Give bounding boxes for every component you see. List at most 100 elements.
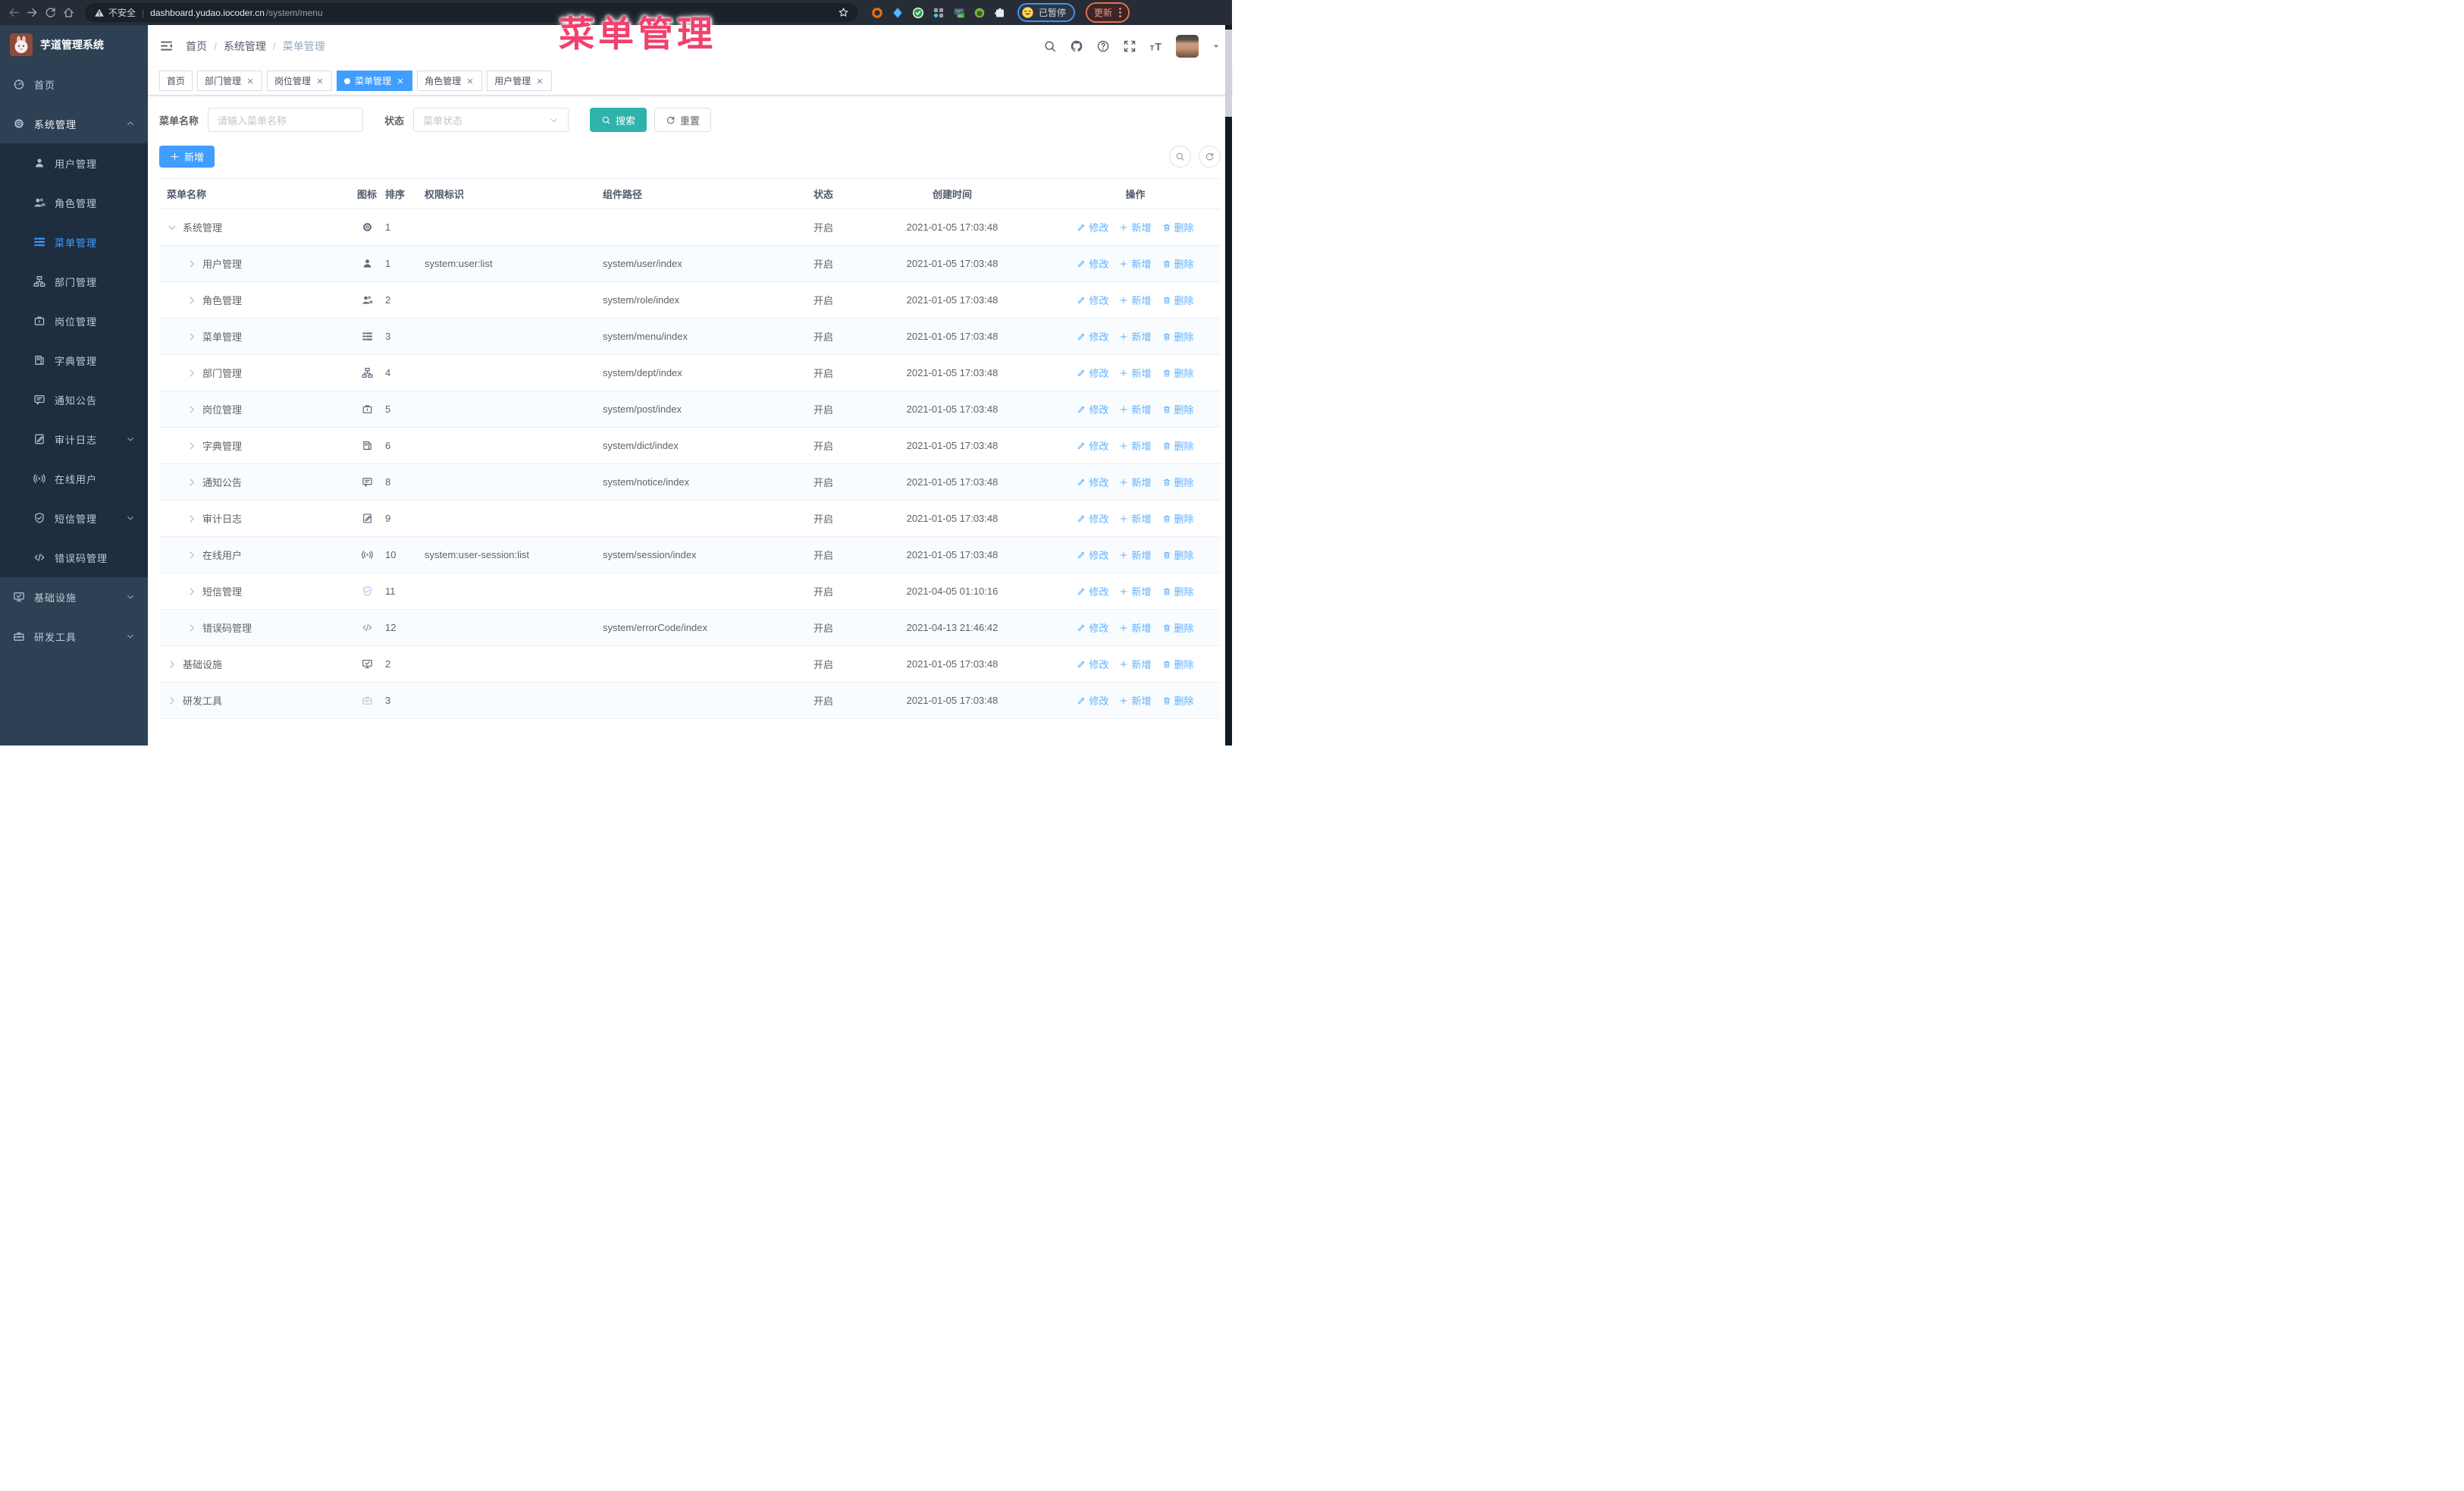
sidebar-item-2[interactable]: 用户管理: [0, 143, 148, 183]
tab-0[interactable]: 首页: [159, 71, 193, 91]
not-secure-warning[interactable]: 不安全: [94, 6, 136, 19]
search-button[interactable]: 搜索: [590, 108, 647, 132]
edit-link[interactable]: 修改: [1077, 293, 1108, 307]
tab-1[interactable]: 部门管理: [197, 71, 263, 91]
chevron-right-icon[interactable]: [187, 586, 197, 597]
edit-link[interactable]: 修改: [1077, 256, 1108, 271]
switch-on-ext-icon[interactable]: on: [953, 7, 965, 19]
target-ext-icon[interactable]: [871, 7, 883, 19]
status-select[interactable]: 菜单状态: [413, 108, 569, 132]
fullscreen-icon[interactable]: [1123, 39, 1136, 53]
delete-link[interactable]: 删除: [1162, 438, 1194, 453]
chevron-right-icon[interactable]: [187, 513, 197, 524]
add-link[interactable]: 新增: [1119, 475, 1152, 489]
delete-link[interactable]: 删除: [1162, 220, 1194, 234]
add-link[interactable]: 新增: [1119, 657, 1152, 671]
chevron-right-icon[interactable]: [187, 550, 197, 560]
chevron-right-icon[interactable]: [187, 295, 197, 306]
delete-link[interactable]: 删除: [1162, 657, 1194, 671]
sidebar-item-9[interactable]: 审计日志: [0, 419, 148, 459]
close-icon[interactable]: [535, 77, 544, 86]
delete-link[interactable]: 删除: [1162, 329, 1194, 344]
help-icon[interactable]: [1096, 39, 1110, 53]
sidebar-item-13[interactable]: 基础设施: [0, 577, 148, 617]
font-size-icon[interactable]: TT: [1149, 39, 1163, 53]
sidebar-item-4[interactable]: 菜单管理: [0, 222, 148, 262]
add-link[interactable]: 新增: [1119, 584, 1152, 598]
delete-link[interactable]: 删除: [1162, 293, 1194, 307]
edit-link[interactable]: 修改: [1077, 693, 1108, 708]
chevron-right-icon[interactable]: [187, 404, 197, 415]
caret-down-icon[interactable]: [1212, 42, 1221, 51]
sidebar-item-11[interactable]: 短信管理: [0, 498, 148, 538]
user-avatar[interactable]: [1176, 34, 1199, 58]
tab-5[interactable]: 用户管理: [487, 71, 553, 91]
chevron-right-icon[interactable]: [187, 441, 197, 451]
chevron-right-icon[interactable]: [187, 623, 197, 633]
browser-refresh-icon[interactable]: [44, 6, 57, 19]
chevron-right-icon[interactable]: [187, 368, 197, 378]
sidebar-item-6[interactable]: 岗位管理: [0, 301, 148, 341]
add-link[interactable]: 新增: [1119, 329, 1152, 344]
edit-link[interactable]: 修改: [1077, 511, 1108, 526]
breadcrumb-item[interactable]: 系统管理: [224, 39, 266, 54]
edit-link[interactable]: 修改: [1077, 438, 1108, 453]
delete-link[interactable]: 删除: [1162, 511, 1194, 526]
sidebar-item-0[interactable]: 首页: [0, 64, 148, 104]
scrollbar-thumb[interactable]: [1225, 30, 1232, 117]
sidebar-item-1[interactable]: 系统管理: [0, 104, 148, 143]
edit-link[interactable]: 修改: [1077, 475, 1108, 489]
add-link[interactable]: 新增: [1119, 402, 1152, 416]
search-icon[interactable]: [1043, 39, 1057, 53]
edit-link[interactable]: 修改: [1077, 657, 1108, 671]
close-icon[interactable]: [466, 77, 475, 86]
chevron-right-icon[interactable]: [187, 477, 197, 488]
edit-link[interactable]: 修改: [1077, 584, 1108, 598]
browser-profile-button[interactable]: 已暂停: [1019, 5, 1074, 20]
menu-name-input[interactable]: 请输入菜单名称: [208, 108, 364, 132]
delete-link[interactable]: 删除: [1162, 620, 1194, 635]
delete-link[interactable]: 删除: [1162, 584, 1194, 598]
reset-button[interactable]: 重置: [654, 108, 712, 132]
add-link[interactable]: 新增: [1119, 693, 1152, 708]
chevron-right-icon[interactable]: [167, 659, 177, 670]
delete-link[interactable]: 删除: [1162, 256, 1194, 271]
tab-4[interactable]: 角色管理: [417, 71, 483, 91]
sidebar-item-7[interactable]: 字典管理: [0, 341, 148, 380]
chevron-right-icon[interactable]: [167, 695, 177, 706]
browser-home-icon[interactable]: [62, 6, 75, 19]
close-icon[interactable]: [246, 77, 255, 86]
delete-link[interactable]: 删除: [1162, 548, 1194, 562]
github-icon[interactable]: [1070, 39, 1083, 53]
browser-back-icon[interactable]: [8, 6, 20, 19]
add-link[interactable]: 新增: [1119, 620, 1152, 635]
add-link[interactable]: 新增: [1119, 366, 1152, 380]
add-link[interactable]: 新增: [1119, 438, 1152, 453]
bookmark-star-icon[interactable]: [838, 7, 849, 18]
chevron-right-icon[interactable]: [187, 259, 197, 269]
chevron-down-icon[interactable]: [167, 222, 177, 233]
edit-link[interactable]: 修改: [1077, 402, 1108, 416]
monkey-ext-icon[interactable]: [973, 7, 986, 19]
sidebar-item-3[interactable]: 角色管理: [0, 183, 148, 222]
toggle-search-button[interactable]: [1169, 146, 1191, 168]
sidebar-item-5[interactable]: 部门管理: [0, 262, 148, 301]
page-scrollbar[interactable]: [1225, 25, 1232, 746]
edit-link[interactable]: 修改: [1077, 329, 1108, 344]
sidebar-fold-icon[interactable]: [159, 39, 174, 53]
browser-menu-icon[interactable]: [1119, 8, 1122, 17]
add-button[interactable]: 新增: [159, 146, 215, 168]
sidebar-item-12[interactable]: 错误码管理: [0, 538, 148, 577]
edit-link[interactable]: 修改: [1077, 220, 1108, 234]
puzzle-ext-icon[interactable]: [994, 7, 1006, 19]
delete-link[interactable]: 删除: [1162, 475, 1194, 489]
app-logo[interactable]: 芋道管理系统: [0, 25, 148, 64]
add-link[interactable]: 新增: [1119, 293, 1152, 307]
grid-ext-icon[interactable]: [933, 7, 945, 19]
chevron-right-icon[interactable]: [187, 331, 197, 342]
address-bar[interactable]: 不安全 | dashboard.yudao.iocoder.cn/system/…: [85, 3, 858, 22]
delete-link[interactable]: 删除: [1162, 366, 1194, 380]
refresh-table-button[interactable]: [1199, 146, 1221, 168]
add-link[interactable]: 新增: [1119, 256, 1152, 271]
browser-forward-icon[interactable]: [26, 6, 39, 19]
